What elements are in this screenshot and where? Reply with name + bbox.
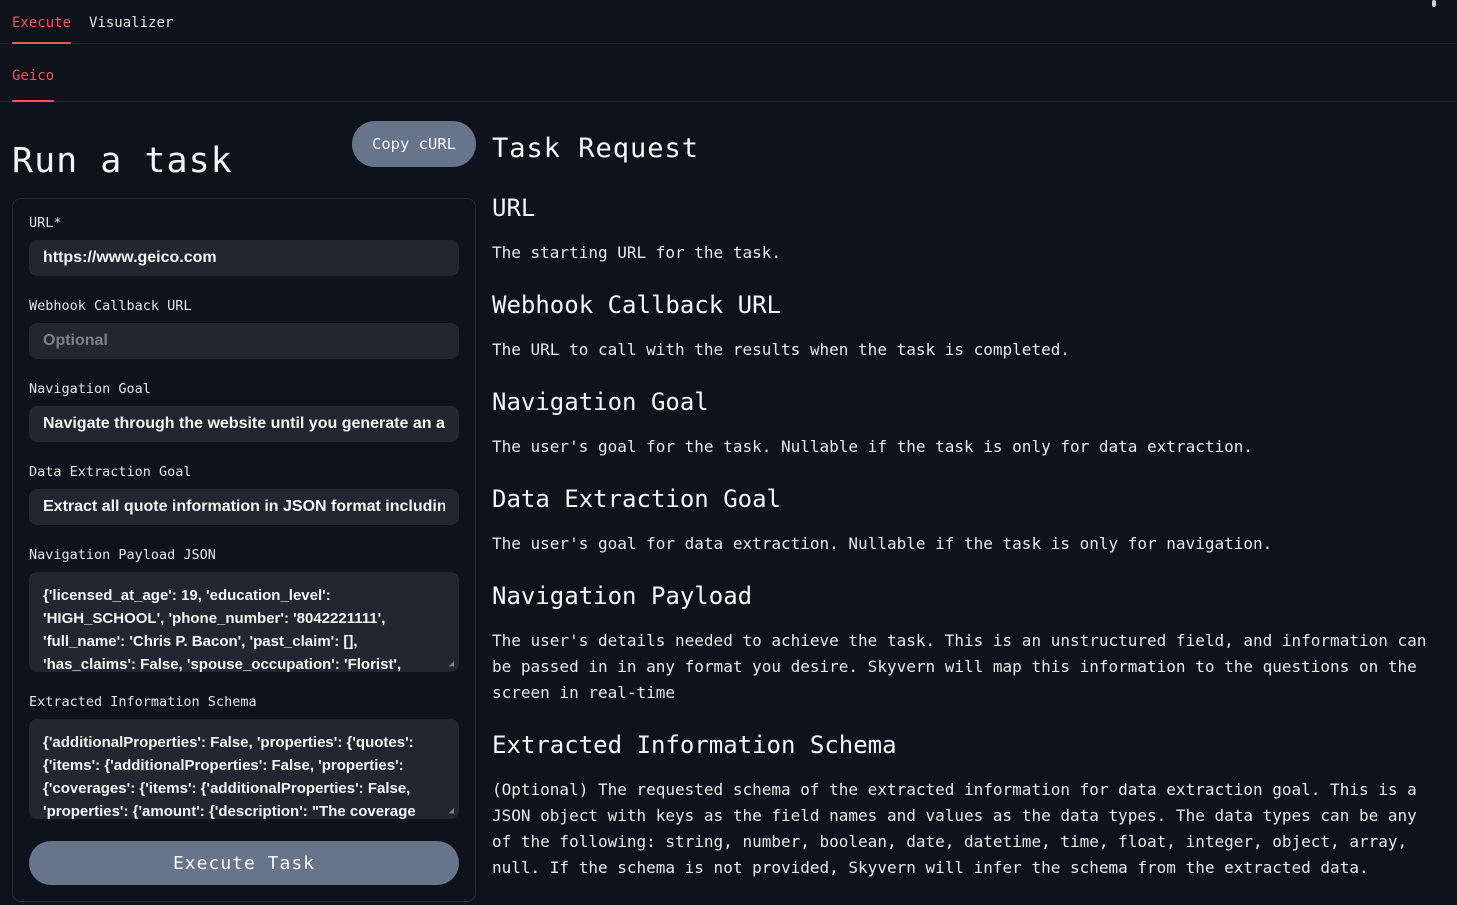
doc-heading: Extracted Information Schema [492, 730, 1430, 761]
field-data-extraction-goal: Data Extraction Goal [29, 464, 459, 525]
field-webhook-callback-url: Webhook Callback URL [29, 298, 459, 359]
doc-section-navigation-payload: Navigation Payload The user's details ne… [492, 581, 1430, 706]
execute-task-button[interactable]: Execute Task [29, 841, 459, 885]
data-extraction-goal-input[interactable] [29, 489, 459, 525]
copy-curl-button[interactable]: Copy cURL [352, 121, 476, 167]
doc-section-navigation-goal: Navigation Goal The user's goal for the … [492, 387, 1430, 460]
field-extracted-information-schema: Extracted Information Schema {'additiona… [29, 694, 459, 819]
tab-execute[interactable]: Execute [12, 15, 71, 43]
page-title: Run a task [12, 121, 233, 182]
doc-heading: Navigation Goal [492, 387, 1430, 418]
tab-visualizer[interactable]: Visualizer [89, 15, 173, 43]
doc-body: The URL to call with the results when th… [492, 337, 1430, 363]
navigation-goal-input[interactable] [29, 406, 459, 442]
doc-body: The user's goal for data extraction. Nul… [492, 531, 1430, 557]
field-url: URL* [29, 215, 459, 276]
task-request-docs-panel: Task Request URL The starting URL for th… [492, 102, 1430, 905]
run-task-panel: Run a task Copy cURL URL* Webhook Callba… [12, 102, 476, 902]
run-task-header: Run a task Copy cURL [12, 121, 476, 182]
doc-body: The user's details needed to achieve the… [492, 628, 1430, 706]
doc-section-extracted-information-schema: Extracted Information Schema (Optional) … [492, 730, 1430, 881]
task-form-card: URL* Webhook Callback URL Navigation Goa… [12, 198, 476, 902]
top-tab-bar: Execute Visualizer [0, 0, 1457, 44]
extracted-information-schema-label: Extracted Information Schema [29, 694, 459, 711]
doc-heading: URL [492, 193, 1430, 224]
task-tab-bar: Geico [0, 44, 1457, 102]
doc-section-webhook-callback-url: Webhook Callback URL The URL to call wit… [492, 290, 1430, 363]
navigation-payload-json-textarea[interactable]: {'licensed_at_age': 19, 'education_level… [29, 572, 459, 672]
field-navigation-payload-json: Navigation Payload JSON {'licensed_at_ag… [29, 547, 459, 672]
doc-heading: Webhook Callback URL [492, 290, 1430, 321]
webhook-callback-url-label: Webhook Callback URL [29, 298, 459, 315]
doc-heading: Data Extraction Goal [492, 484, 1430, 515]
doc-section-data-extraction-goal: Data Extraction Goal The user's goal for… [492, 484, 1430, 557]
doc-body: The starting URL for the task. [492, 240, 1430, 266]
doc-section-url: URL The starting URL for the task. [492, 193, 1430, 266]
main-content: Run a task Copy cURL URL* Webhook Callba… [0, 102, 1457, 905]
extracted-information-schema-textarea[interactable]: {'additionalProperties': False, 'propert… [29, 719, 459, 819]
doc-body: (Optional) The requested schema of the e… [492, 777, 1430, 881]
data-extraction-goal-label: Data Extraction Goal [29, 464, 459, 481]
url-input[interactable] [29, 240, 459, 276]
doc-heading: Navigation Payload [492, 581, 1430, 612]
docs-title: Task Request [492, 131, 1430, 166]
field-navigation-goal: Navigation Goal [29, 381, 459, 442]
navigation-goal-label: Navigation Goal [29, 381, 459, 398]
tab-geico[interactable]: Geico [12, 68, 54, 101]
webhook-callback-url-input[interactable] [29, 323, 459, 359]
navigation-payload-json-label: Navigation Payload JSON [29, 547, 459, 564]
url-label: URL* [29, 215, 459, 232]
vertical-scrollbar-thumb[interactable] [1432, 0, 1436, 7]
doc-body: The user's goal for the task. Nullable i… [492, 434, 1430, 460]
